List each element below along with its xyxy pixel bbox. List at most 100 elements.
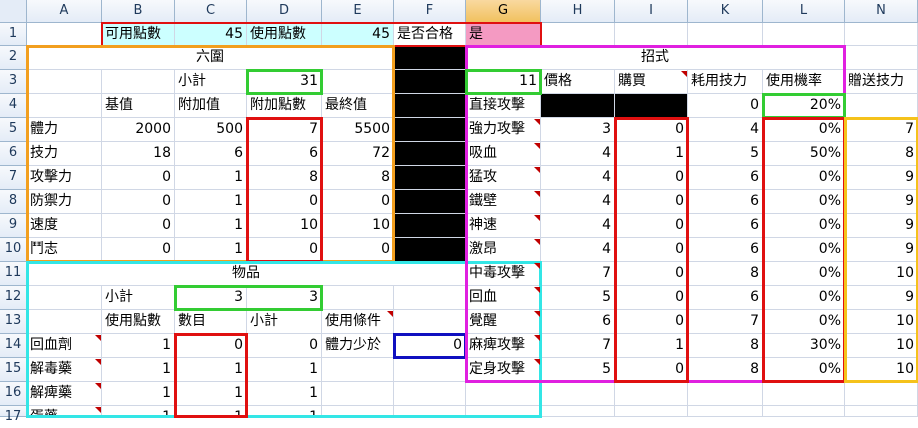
row-header-14[interactable]: 14 <box>0 334 27 358</box>
item-condition-label[interactable]: 體力少於 <box>322 334 394 358</box>
skills-header-2[interactable]: 耗用技力 <box>688 70 763 94</box>
black-fill-cell[interactable] <box>394 238 466 262</box>
cell-l1[interactable] <box>763 23 845 46</box>
stats-subtotal-label[interactable]: 小計 <box>175 70 247 94</box>
skill-rate[interactable]: 0% <box>763 238 845 262</box>
skill-price[interactable]: 4 <box>541 238 615 262</box>
comment-indicator[interactable] <box>95 407 101 413</box>
items-subtotal-d[interactable]: 3 <box>247 286 322 310</box>
black-fill-cell[interactable] <box>394 214 466 238</box>
cell-h16[interactable] <box>541 382 615 406</box>
row-header-11[interactable]: 11 <box>0 262 27 286</box>
stat-base[interactable]: 0 <box>102 190 175 214</box>
black-fill-cell[interactable] <box>394 118 466 142</box>
stat-points[interactable]: 6 <box>247 142 322 166</box>
cell-k17[interactable] <box>688 406 763 417</box>
row-header-16[interactable]: 16 <box>0 382 27 406</box>
skill-price[interactable]: 5 <box>541 358 615 382</box>
cell-e15[interactable] <box>322 358 394 382</box>
item-cost[interactable]: 1 <box>102 358 175 382</box>
skill-name[interactable]: 吸血 <box>466 142 541 166</box>
available-points-label[interactable]: 可用點數 <box>102 23 175 46</box>
cell-k1[interactable] <box>688 23 763 46</box>
stat-name[interactable]: 鬥志 <box>27 238 102 262</box>
qualified-label[interactable]: 是否合格 <box>394 23 466 46</box>
item-count[interactable]: 1 <box>175 406 247 417</box>
stat-final[interactable]: 8 <box>322 166 394 190</box>
skill-buy[interactable]: 1 <box>615 142 688 166</box>
comment-indicator[interactable] <box>681 71 687 77</box>
skill-name[interactable]: 中毒攻擊 <box>466 262 541 286</box>
row-header-5[interactable]: 5 <box>0 118 27 142</box>
stat-final[interactable]: 0 <box>322 238 394 262</box>
stat-name[interactable]: 體力 <box>27 118 102 142</box>
available-points-value[interactable]: 45 <box>175 23 247 46</box>
skill-rate[interactable]: 20% <box>763 94 845 118</box>
cell-a12[interactable] <box>27 286 102 310</box>
stat-add[interactable]: 1 <box>175 238 247 262</box>
skill-cost[interactable]: 0 <box>688 94 763 118</box>
black-fill-cell[interactable] <box>394 70 466 94</box>
cell-g17[interactable] <box>466 406 541 417</box>
stats-subtotal-value[interactable]: 31 <box>247 70 322 94</box>
stats-header-2[interactable]: 附加點數 <box>247 94 322 118</box>
comment-indicator[interactable] <box>534 263 540 269</box>
stat-final[interactable]: 72 <box>322 142 394 166</box>
comment-indicator[interactable] <box>534 359 540 365</box>
skill-buy[interactable]: 0 <box>615 118 688 142</box>
cell-e3[interactable] <box>322 70 394 94</box>
skill-rate[interactable]: 30% <box>763 334 845 358</box>
column-header-f[interactable]: F <box>394 0 466 23</box>
stat-add[interactable]: 1 <box>175 190 247 214</box>
skill-price[interactable]: 3 <box>541 118 615 142</box>
skill-name[interactable]: 直接攻擊 <box>466 94 541 118</box>
column-header-h[interactable]: H <box>541 0 615 23</box>
cell-k16[interactable] <box>688 382 763 406</box>
items-subtotal-label[interactable]: 小計 <box>102 286 175 310</box>
stat-base[interactable]: 0 <box>102 214 175 238</box>
skill-cost[interactable]: 4 <box>688 118 763 142</box>
black-fill-cell[interactable] <box>394 142 466 166</box>
black-fill-cell[interactable] <box>394 190 466 214</box>
skill-cost[interactable]: 6 <box>688 214 763 238</box>
skill-gift[interactable]: 9 <box>845 214 918 238</box>
skill-buy[interactable]: 1 <box>615 334 688 358</box>
stat-add[interactable]: 1 <box>175 166 247 190</box>
cell-i1[interactable] <box>615 23 688 46</box>
item-count[interactable]: 1 <box>175 382 247 406</box>
skill-buy[interactable]: 0 <box>615 166 688 190</box>
cell-b3[interactable] <box>102 70 175 94</box>
row-header-9[interactable]: 9 <box>0 214 27 238</box>
skill-buy[interactable]: 0 <box>615 238 688 262</box>
skill-rate[interactable]: 0% <box>763 310 845 334</box>
comment-indicator[interactable] <box>534 143 540 149</box>
skill-gift[interactable]: 9 <box>845 286 918 310</box>
stat-base[interactable]: 2000 <box>102 118 175 142</box>
skills-header-3[interactable]: 使用機率 <box>763 70 845 94</box>
column-header-g[interactable]: G <box>466 0 541 23</box>
row-header-1[interactable]: 1 <box>0 23 27 46</box>
stat-base[interactable]: 0 <box>102 166 175 190</box>
stat-points[interactable]: 7 <box>247 118 322 142</box>
item-subtotal[interactable]: 1 <box>247 406 322 417</box>
comment-indicator[interactable] <box>387 311 393 317</box>
skill-gift[interactable]: 10 <box>845 262 918 286</box>
skill-rate[interactable]: 0% <box>763 214 845 238</box>
comment-indicator[interactable] <box>95 383 101 389</box>
cell-i17[interactable] <box>615 406 688 417</box>
comment-indicator[interactable] <box>534 287 540 293</box>
stats-header-1[interactable]: 附加值 <box>175 94 247 118</box>
skills-title[interactable]: 招式 <box>466 46 845 70</box>
row-header-17[interactable]: 17 <box>0 406 27 424</box>
skill-gift[interactable]: 7 <box>845 118 918 142</box>
skill-name[interactable]: 定身攻擊 <box>466 358 541 382</box>
skills-total[interactable]: 11 <box>466 70 541 94</box>
item-cost[interactable]: 1 <box>102 406 175 417</box>
stat-name[interactable]: 技力 <box>27 142 102 166</box>
skill-cost[interactable]: 6 <box>688 166 763 190</box>
item-cost[interactable]: 1 <box>102 382 175 406</box>
item-cost[interactable]: 1 <box>102 334 175 358</box>
skill-name[interactable]: 神速 <box>466 214 541 238</box>
items-subtotal-c[interactable]: 3 <box>175 286 247 310</box>
black-fill-cell[interactable] <box>394 46 466 70</box>
